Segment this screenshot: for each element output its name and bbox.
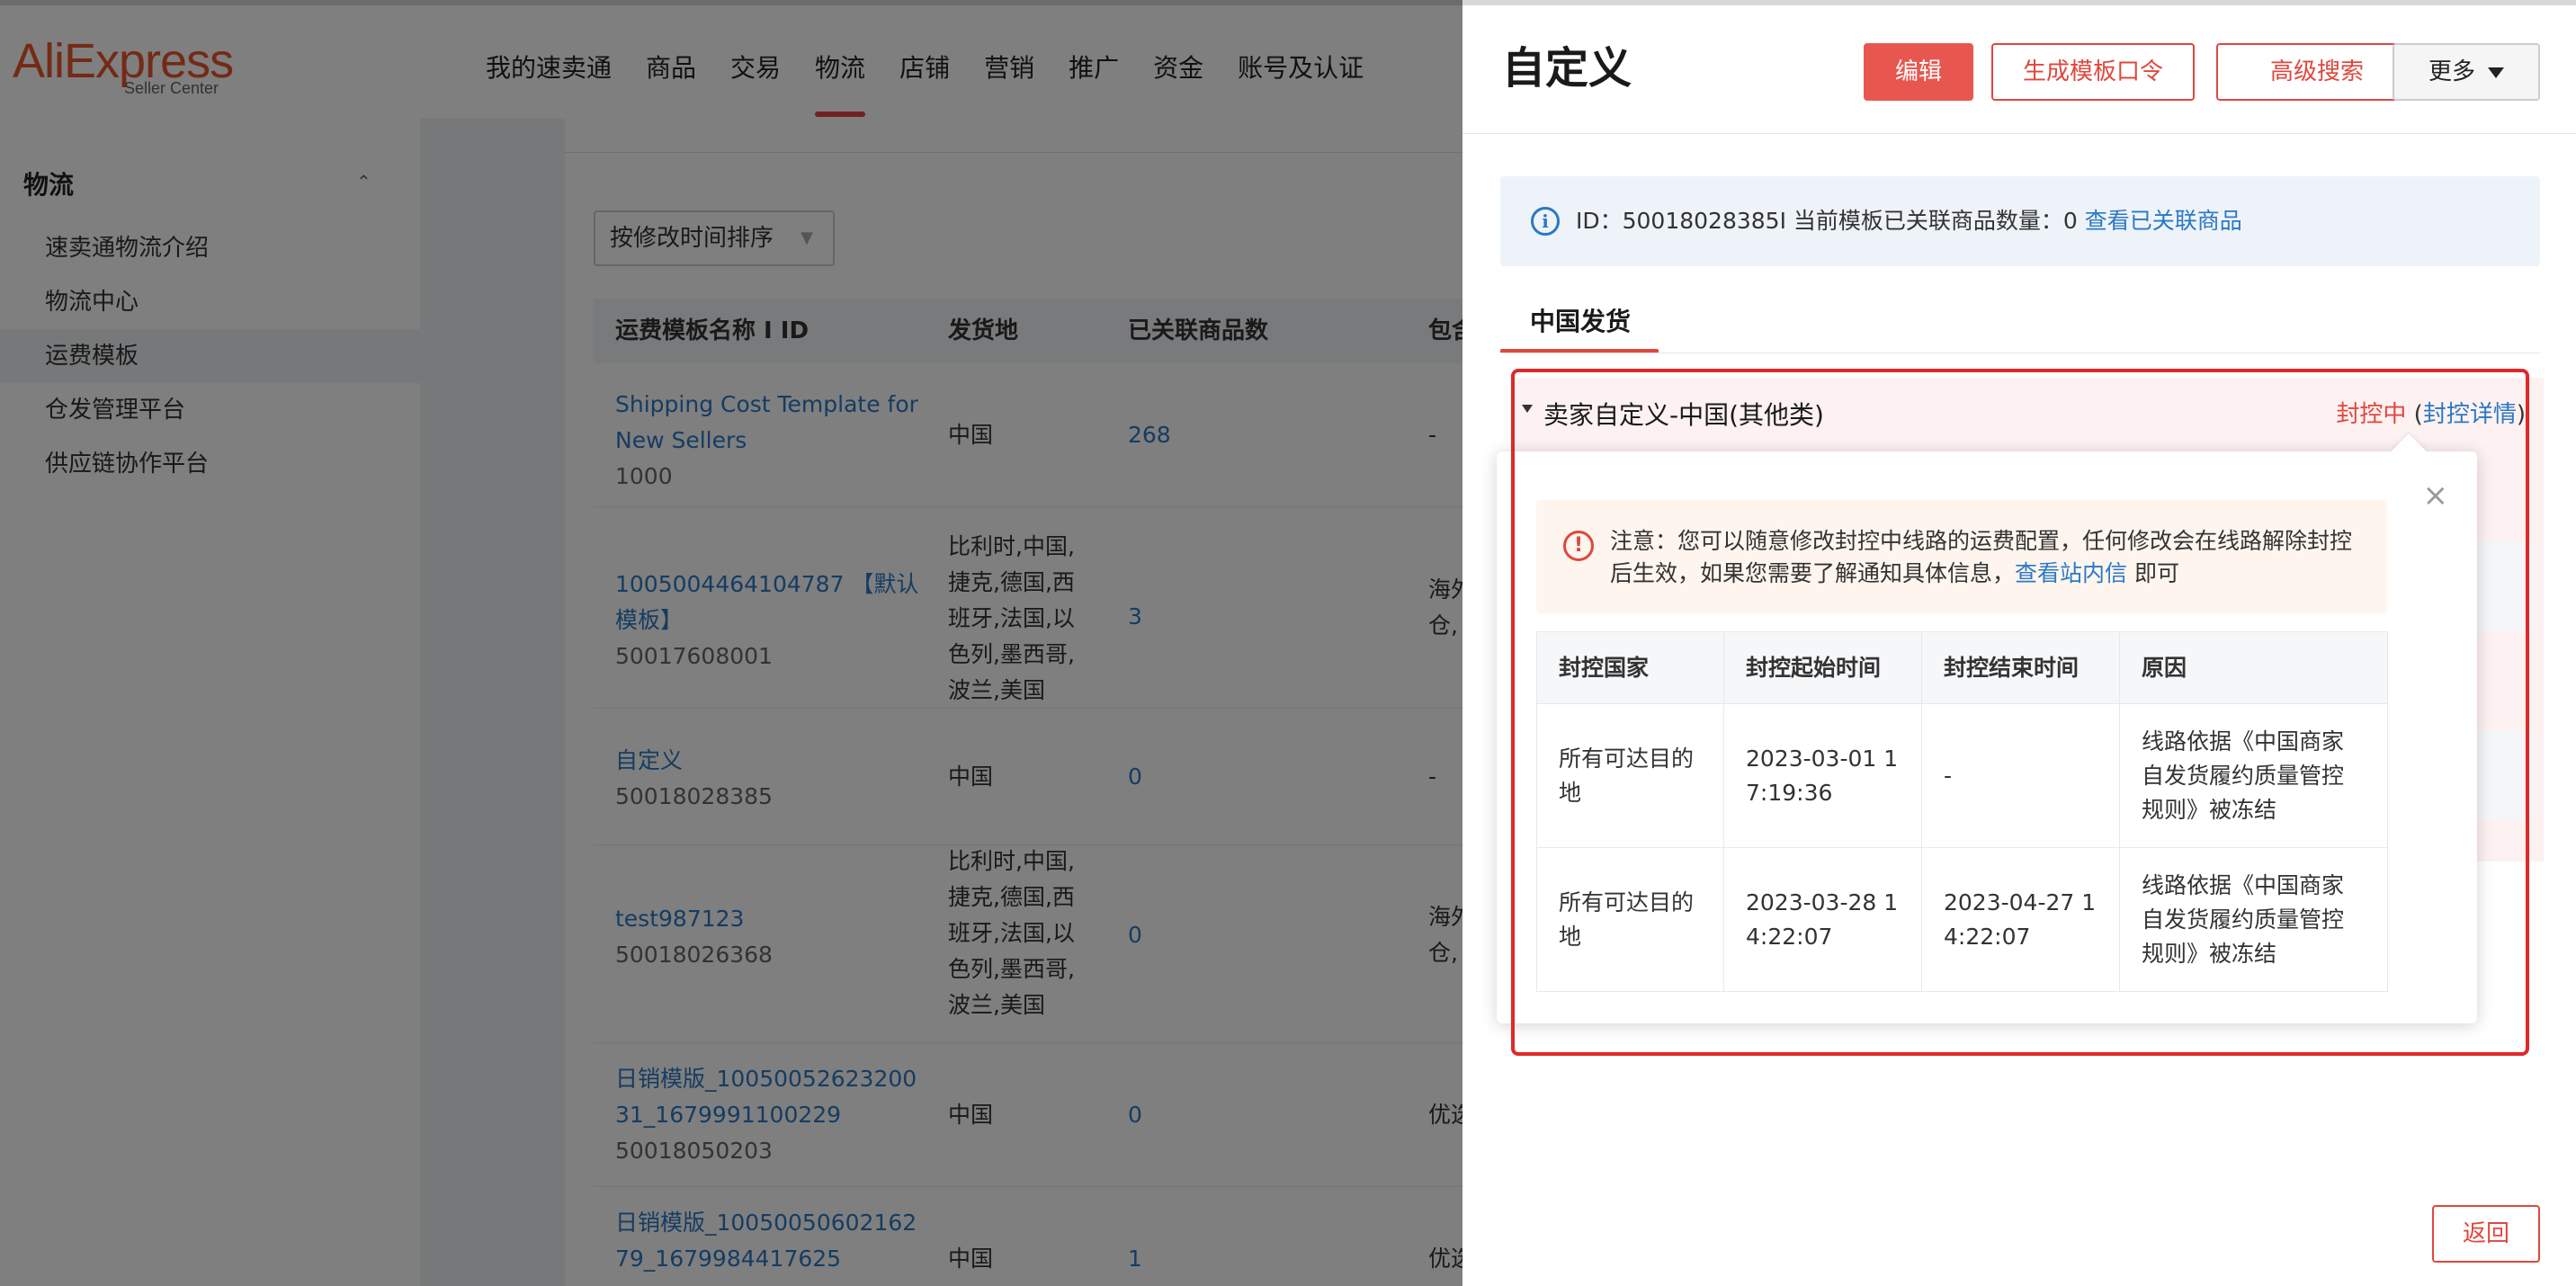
more-label: 更多 — [2428, 58, 2475, 85]
tab-china-shipping[interactable]: 中国发货 — [1502, 302, 1659, 353]
info-icon: i — [1531, 207, 1560, 236]
template-info-text: ID：50018028385I 当前模板已关联商品数量：0 — [1576, 208, 2085, 234]
drawer-title: 自定义 — [1502, 43, 1632, 94]
template-detail-drawer: 自定义 编辑 生成模板口令 高级搜索 更多 i ID：50018028385I … — [1462, 0, 2576, 1286]
template-info-bar: i ID：50018028385I 当前模板已关联商品数量：0 查看已关联商品 — [1500, 176, 2540, 266]
back-button[interactable]: 返回 — [2432, 1205, 2540, 1263]
edit-button[interactable]: 编辑 — [1864, 43, 1973, 101]
view-linked-products-link[interactable]: 查看已关联商品 — [2085, 208, 2242, 234]
advanced-search-button[interactable]: 高级搜索 — [2216, 43, 2418, 101]
more-dropdown-button[interactable]: 更多 — [2393, 43, 2540, 101]
generate-template-code-button[interactable]: 生成模板口令 — [1991, 43, 2195, 101]
modal-overlay[interactable] — [0, 0, 1462, 1286]
header-divider — [1462, 133, 2576, 134]
highlight-annotation-frame — [1511, 369, 2529, 1056]
caret-down-icon — [2488, 67, 2504, 78]
